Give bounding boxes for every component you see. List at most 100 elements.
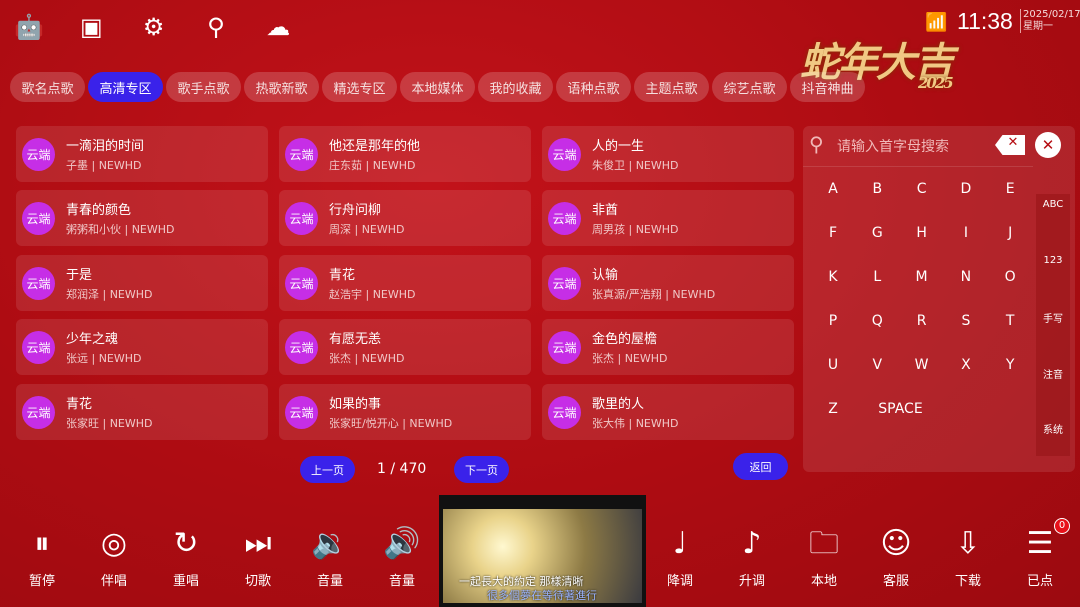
tab-9[interactable]: 综艺点歌 xyxy=(712,72,787,102)
control-label: 伴唱 xyxy=(100,574,127,589)
backspace-icon[interactable]: ✕ xyxy=(995,135,1025,155)
video-preview[interactable]: 一起長大的約定 那樣清晰 很多個夢在等待著進行 xyxy=(439,495,646,607)
song-artist: 张大伟 | NEWHD xyxy=(592,417,679,430)
key-D[interactable]: D xyxy=(951,181,981,197)
song-card[interactable]: 云端 如果的事 张家旺/悦开心 | NEWHD xyxy=(279,384,531,440)
back-button[interactable]: 返回 xyxy=(733,453,788,480)
song-card[interactable]: 云端 认输 张真源/严浩翔 | NEWHD xyxy=(542,255,794,311)
key-R[interactable]: R xyxy=(907,313,937,329)
key-C[interactable]: C xyxy=(907,181,937,197)
tab-3[interactable]: 热歌新歌 xyxy=(244,72,319,102)
song-card[interactable]: 云端 人的一生 朱俊卫 | NEWHD xyxy=(542,126,794,182)
key-N[interactable]: N xyxy=(951,269,981,285)
song-card[interactable]: 云端 青花 张家旺 | NEWHD xyxy=(16,384,268,440)
song-artist: 张家旺/悦开心 | NEWHD xyxy=(329,417,453,430)
tab-10[interactable]: 抖音神曲 xyxy=(790,72,865,102)
key-J[interactable]: J xyxy=(995,225,1025,241)
cloud-badge: 云端 xyxy=(285,138,318,171)
control-volume-up[interactable]: 🔊 音量 xyxy=(372,522,432,589)
cube-icon[interactable]: ▣ xyxy=(76,12,106,42)
key-V[interactable]: V xyxy=(862,357,892,373)
song-card[interactable]: 云端 金色的屋檐 张杰 | NEWHD xyxy=(542,319,794,375)
key-E[interactable]: E xyxy=(995,181,1025,197)
tab-8[interactable]: 主题点歌 xyxy=(634,72,709,102)
control-label: 已点 xyxy=(1026,574,1053,589)
song-card[interactable]: 云端 他还是那年的他 庄东茹 | NEWHD xyxy=(279,126,531,182)
cloud-badge: 云端 xyxy=(285,202,318,235)
control-label: 切歌 xyxy=(244,574,271,589)
control-skip[interactable]: ⏭ 切歌 xyxy=(228,522,288,589)
song-title: 青花 xyxy=(66,397,93,412)
cloud-badge: 云端 xyxy=(22,331,55,364)
disc-icon: ◎ xyxy=(100,526,128,561)
song-title: 认输 xyxy=(592,268,619,283)
key-Z[interactable]: Z xyxy=(818,401,848,417)
key-Q[interactable]: Q xyxy=(862,313,892,329)
key-I[interactable]: I xyxy=(951,225,981,241)
song-card[interactable]: 云端 非酋 周男孩 | NEWHD xyxy=(542,190,794,246)
key-X[interactable]: X xyxy=(951,357,981,373)
key-K[interactable]: K xyxy=(818,269,848,285)
control-cloud-download[interactable]: ⇩ 下载 xyxy=(938,522,998,589)
control-note-down[interactable]: ♩ 降调 xyxy=(650,522,710,589)
control-support[interactable]: ☺ 客服 xyxy=(866,522,926,589)
input-mode-1[interactable]: 123 xyxy=(1036,255,1070,266)
tab-6[interactable]: 我的收藏 xyxy=(478,72,553,102)
control-replay[interactable]: ↻ 重唱 xyxy=(156,522,216,589)
song-artist: 赵浩宇 | NEWHD xyxy=(329,288,416,301)
control-volume-down[interactable]: 🔉 音量 xyxy=(300,522,360,589)
gear-icon[interactable]: ⚙ xyxy=(139,12,169,42)
android-icon[interactable]: 🤖 xyxy=(14,12,44,42)
control-disc[interactable]: ◎ 伴唱 xyxy=(84,522,144,589)
close-icon[interactable]: ✕ xyxy=(1035,132,1061,158)
key-T[interactable]: T xyxy=(995,313,1025,329)
song-card[interactable]: 云端 一滴泪的时间 子墨 | NEWHD xyxy=(16,126,268,182)
song-card[interactable]: 云端 歌里的人 张大伟 | NEWHD xyxy=(542,384,794,440)
key-O[interactable]: O xyxy=(995,269,1025,285)
key-G[interactable]: G xyxy=(862,225,892,241)
key-U[interactable]: U xyxy=(818,357,848,373)
song-card[interactable]: 云端 于是 郑润泽 | NEWHD xyxy=(16,255,268,311)
key-B[interactable]: B xyxy=(862,181,892,197)
song-card[interactable]: 云端 青花 赵浩宇 | NEWHD xyxy=(279,255,531,311)
prev-page-button[interactable]: 上一页 xyxy=(300,456,355,483)
folder-icon: 🗀 xyxy=(809,526,839,561)
song-card[interactable]: 云端 有愿无恙 张杰 | NEWHD xyxy=(279,319,531,375)
key-S[interactable]: S xyxy=(951,313,981,329)
tab-0[interactable]: 歌名点歌 xyxy=(10,72,85,102)
cloud-badge: 云端 xyxy=(22,202,55,235)
key-Y[interactable]: Y xyxy=(995,357,1025,373)
song-title: 歌里的人 xyxy=(592,397,645,412)
song-card[interactable]: 云端 行舟问柳 周深 | NEWHD xyxy=(279,190,531,246)
key-W[interactable]: W xyxy=(907,357,937,373)
cloud-download-icon[interactable]: ☁ xyxy=(263,12,293,42)
input-mode-4[interactable]: 系统 xyxy=(1036,421,1070,436)
key-L[interactable]: L xyxy=(862,269,892,285)
search-icon[interactable]: ⚲ xyxy=(201,12,231,42)
input-mode-2[interactable]: 手写 xyxy=(1036,310,1070,325)
control-label: 重唱 xyxy=(172,574,199,589)
key-M[interactable]: M xyxy=(907,269,937,285)
control-folder[interactable]: 🗀 本地 xyxy=(794,522,854,589)
input-mode-0[interactable]: ABC xyxy=(1036,199,1070,210)
song-artist: 张远 | NEWHD xyxy=(66,352,142,365)
lyric-line: 很多個夢在等待著進行 xyxy=(487,589,597,602)
key-A[interactable]: A xyxy=(818,181,848,197)
input-mode-3[interactable]: 注音 xyxy=(1036,366,1070,381)
control-note-up[interactable]: ♪ 升调 xyxy=(722,522,782,589)
control-pause[interactable]: ⏸ 暂停 xyxy=(12,522,72,589)
key-F[interactable]: F xyxy=(818,225,848,241)
key-P[interactable]: P xyxy=(818,313,848,329)
key-H[interactable]: H xyxy=(907,225,937,241)
tab-2[interactable]: 歌手点歌 xyxy=(166,72,241,102)
next-page-button[interactable]: 下一页 xyxy=(454,456,509,483)
song-card[interactable]: 云端 少年之魂 张远 | NEWHD xyxy=(16,319,268,375)
search-input[interactable]: 请输入首字母搜索 xyxy=(837,136,949,156)
tab-7[interactable]: 语种点歌 xyxy=(556,72,631,102)
tab-1[interactable]: 高清专区 xyxy=(88,72,163,102)
tab-4[interactable]: 精选专区 xyxy=(322,72,397,102)
key-space[interactable]: SPACE xyxy=(873,401,928,417)
support-icon: ☺ xyxy=(880,526,912,561)
tab-5[interactable]: 本地媒体 xyxy=(400,72,475,102)
song-card[interactable]: 云端 青春的颜色 粥粥和小伙 | NEWHD xyxy=(16,190,268,246)
